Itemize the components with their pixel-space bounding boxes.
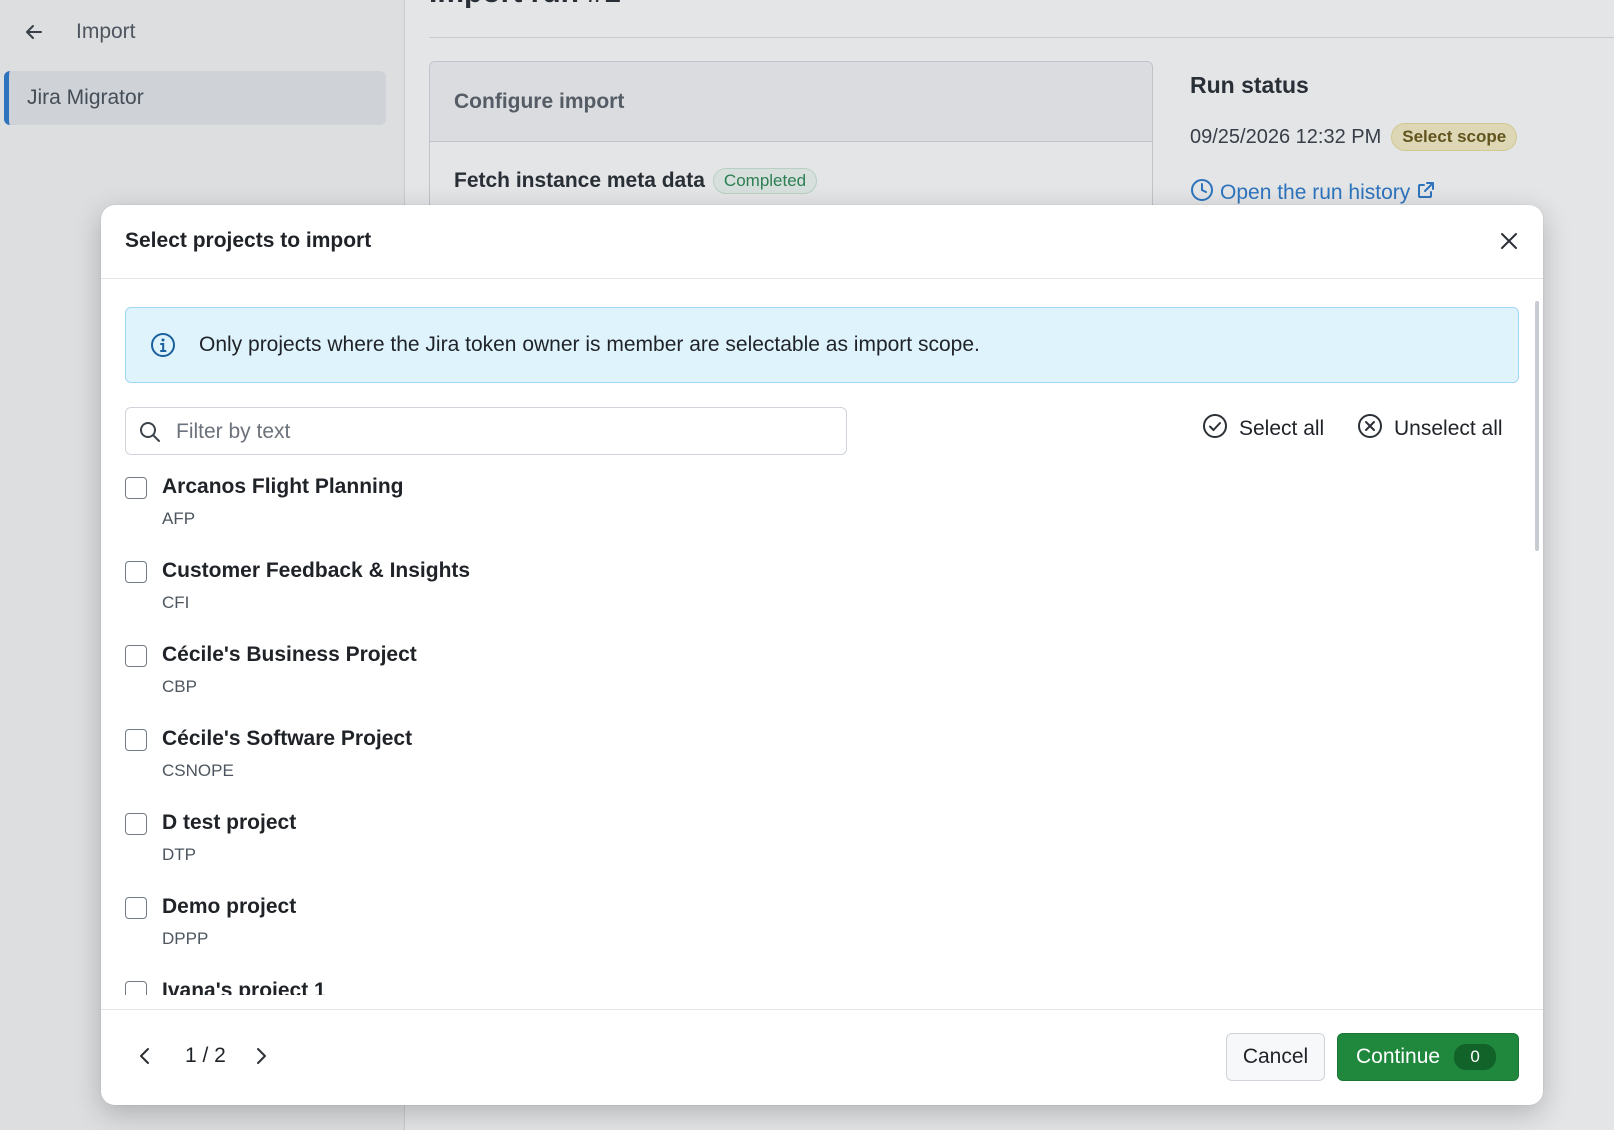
unselect-all-label: Unselect all <box>1394 417 1503 440</box>
list-item: Customer Feedback & Insights CFI <box>125 559 1325 643</box>
project-checkbox[interactable] <box>125 981 147 995</box>
project-checkbox[interactable] <box>125 645 147 667</box>
project-name: Cécile's Business Project <box>162 643 417 666</box>
project-name: D test project <box>162 811 297 834</box>
dialog-footer: 1 / 2 Cancel Continue 0 <box>101 1009 1543 1105</box>
dialog-title: Select projects to import <box>125 229 372 252</box>
list-item: Cécile's Business Project CBP <box>125 643 1325 727</box>
project-key: CBP <box>162 677 197 696</box>
filter-box <box>125 407 847 456</box>
page-indicator: 1 / 2 <box>185 1044 226 1067</box>
select-projects-dialog: Select projects to import Only projects … <box>101 205 1543 1105</box>
project-key: CSNOPE <box>162 761 234 780</box>
project-key: CFI <box>162 593 190 612</box>
dialog-body: Only projects where the Jira token owner… <box>101 279 1543 995</box>
check-circle-icon <box>1202 413 1228 445</box>
list-item: D test project DTP <box>125 811 1325 895</box>
chevron-right-icon[interactable] <box>249 1044 273 1068</box>
dialog-header: Select projects to import <box>101 205 1543 279</box>
info-icon <box>150 332 176 358</box>
project-checkbox[interactable] <box>125 813 147 835</box>
x-circle-icon <box>1357 413 1383 445</box>
selected-count-badge: 0 <box>1454 1044 1497 1070</box>
project-checkbox[interactable] <box>125 561 147 583</box>
info-banner: Only projects where the Jira token owner… <box>125 307 1519 383</box>
project-key: DTP <box>162 845 196 864</box>
project-list: Arcanos Flight Planning AFP Customer Fee… <box>125 475 1325 995</box>
chevron-left-icon[interactable] <box>133 1044 157 1068</box>
project-name: Ivana's project 1 <box>162 979 326 995</box>
project-name: Cécile's Software Project <box>162 727 413 750</box>
continue-button[interactable]: Continue 0 <box>1337 1033 1519 1081</box>
select-all-label: Select all <box>1239 417 1325 440</box>
close-icon[interactable] <box>1495 227 1523 255</box>
cancel-button[interactable]: Cancel <box>1226 1033 1325 1081</box>
project-name: Arcanos Flight Planning <box>162 475 404 498</box>
scrollbar[interactable] <box>1535 301 1539 551</box>
list-item: Demo project DPPP <box>125 895 1325 979</box>
select-all-button[interactable]: Select all <box>1202 413 1324 445</box>
filter-input[interactable] <box>174 408 838 456</box>
list-item: Arcanos Flight Planning AFP <box>125 475 1325 559</box>
project-checkbox[interactable] <box>125 897 147 919</box>
search-icon <box>138 420 162 444</box>
project-name: Customer Feedback & Insights <box>162 559 471 582</box>
unselect-all-button[interactable]: Unselect all <box>1357 413 1503 445</box>
project-name: Demo project <box>162 895 297 918</box>
project-checkbox[interactable] <box>125 477 147 499</box>
project-checkbox[interactable] <box>125 729 147 751</box>
project-key: AFP <box>162 509 196 528</box>
project-key: DPPP <box>162 929 209 948</box>
list-item: Cécile's Software Project CSNOPE <box>125 727 1325 811</box>
list-item: Ivana's project 1 <box>125 979 1325 995</box>
info-text: Only projects where the Jira token owner… <box>199 333 980 356</box>
continue-label: Continue <box>1356 1045 1441 1068</box>
